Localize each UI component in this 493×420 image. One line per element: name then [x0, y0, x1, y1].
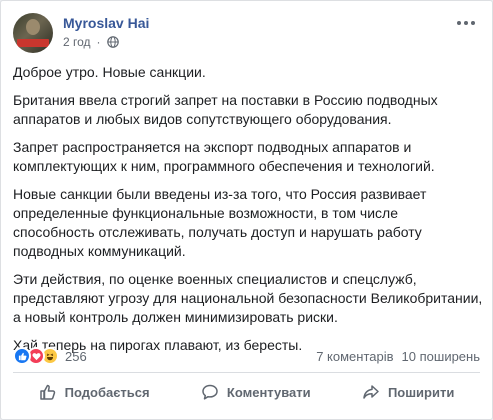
post-card: Myroslav Hai 2 год · Доброе утро. Новые …: [0, 0, 493, 420]
post-paragraph-4: Новые санкции были введены из-за того, ч…: [13, 186, 427, 259]
post-actions: Подобається Коментувати Поширити: [13, 375, 480, 409]
post-paragraph-3: Запрет распространяется на экспорт подво…: [13, 139, 435, 174]
more-options-icon[interactable]: [454, 15, 478, 31]
comment-button-label: Коментувати: [226, 384, 311, 400]
share-icon: [363, 385, 379, 399]
reactions-summary[interactable]: 256: [13, 347, 87, 365]
share-button[interactable]: Поширити: [354, 377, 462, 407]
author-name[interactable]: Myroslav Hai: [63, 15, 149, 31]
post-timestamp[interactable]: 2 год: [63, 35, 91, 49]
shares-count[interactable]: 10 поширень: [402, 349, 480, 364]
share-button-label: Поширити: [387, 384, 455, 400]
comment-icon: [202, 384, 218, 400]
like-button[interactable]: Подобається: [31, 377, 158, 407]
avatar-face: [26, 19, 40, 35]
post-header: Myroslav Hai 2 год ·: [13, 13, 480, 53]
meta-separator: ·: [96, 35, 101, 49]
comments-count[interactable]: 7 коментарів: [316, 349, 393, 364]
like-button-label: Подобається: [64, 384, 150, 400]
post-paragraph-2: Британия ввела строгий запрет на поставк…: [13, 92, 438, 127]
comment-button[interactable]: Коментувати: [193, 377, 319, 407]
post-meta: 2 год ·: [63, 35, 119, 49]
post-paragraph-5: Эти действия, по оценке военных специали…: [13, 271, 483, 325]
actions-divider: [13, 372, 480, 373]
thumbs-up-icon: [39, 384, 55, 400]
post-text: Доброе утро. Новые санкции. Британия вве…: [13, 63, 483, 364]
globe-icon[interactable]: [106, 36, 119, 48]
engagement-counts: 7 коментарів 10 поширень: [316, 349, 480, 364]
like-reaction-icon: [13, 347, 31, 365]
post-stats: 256 7 коментарів 10 поширень: [13, 344, 480, 368]
author-avatar[interactable]: [13, 13, 53, 53]
reactions-count: 256: [65, 348, 87, 364]
post-paragraph-1: Доброе утро. Новые санкции.: [13, 64, 206, 80]
avatar-badge: [17, 39, 49, 47]
